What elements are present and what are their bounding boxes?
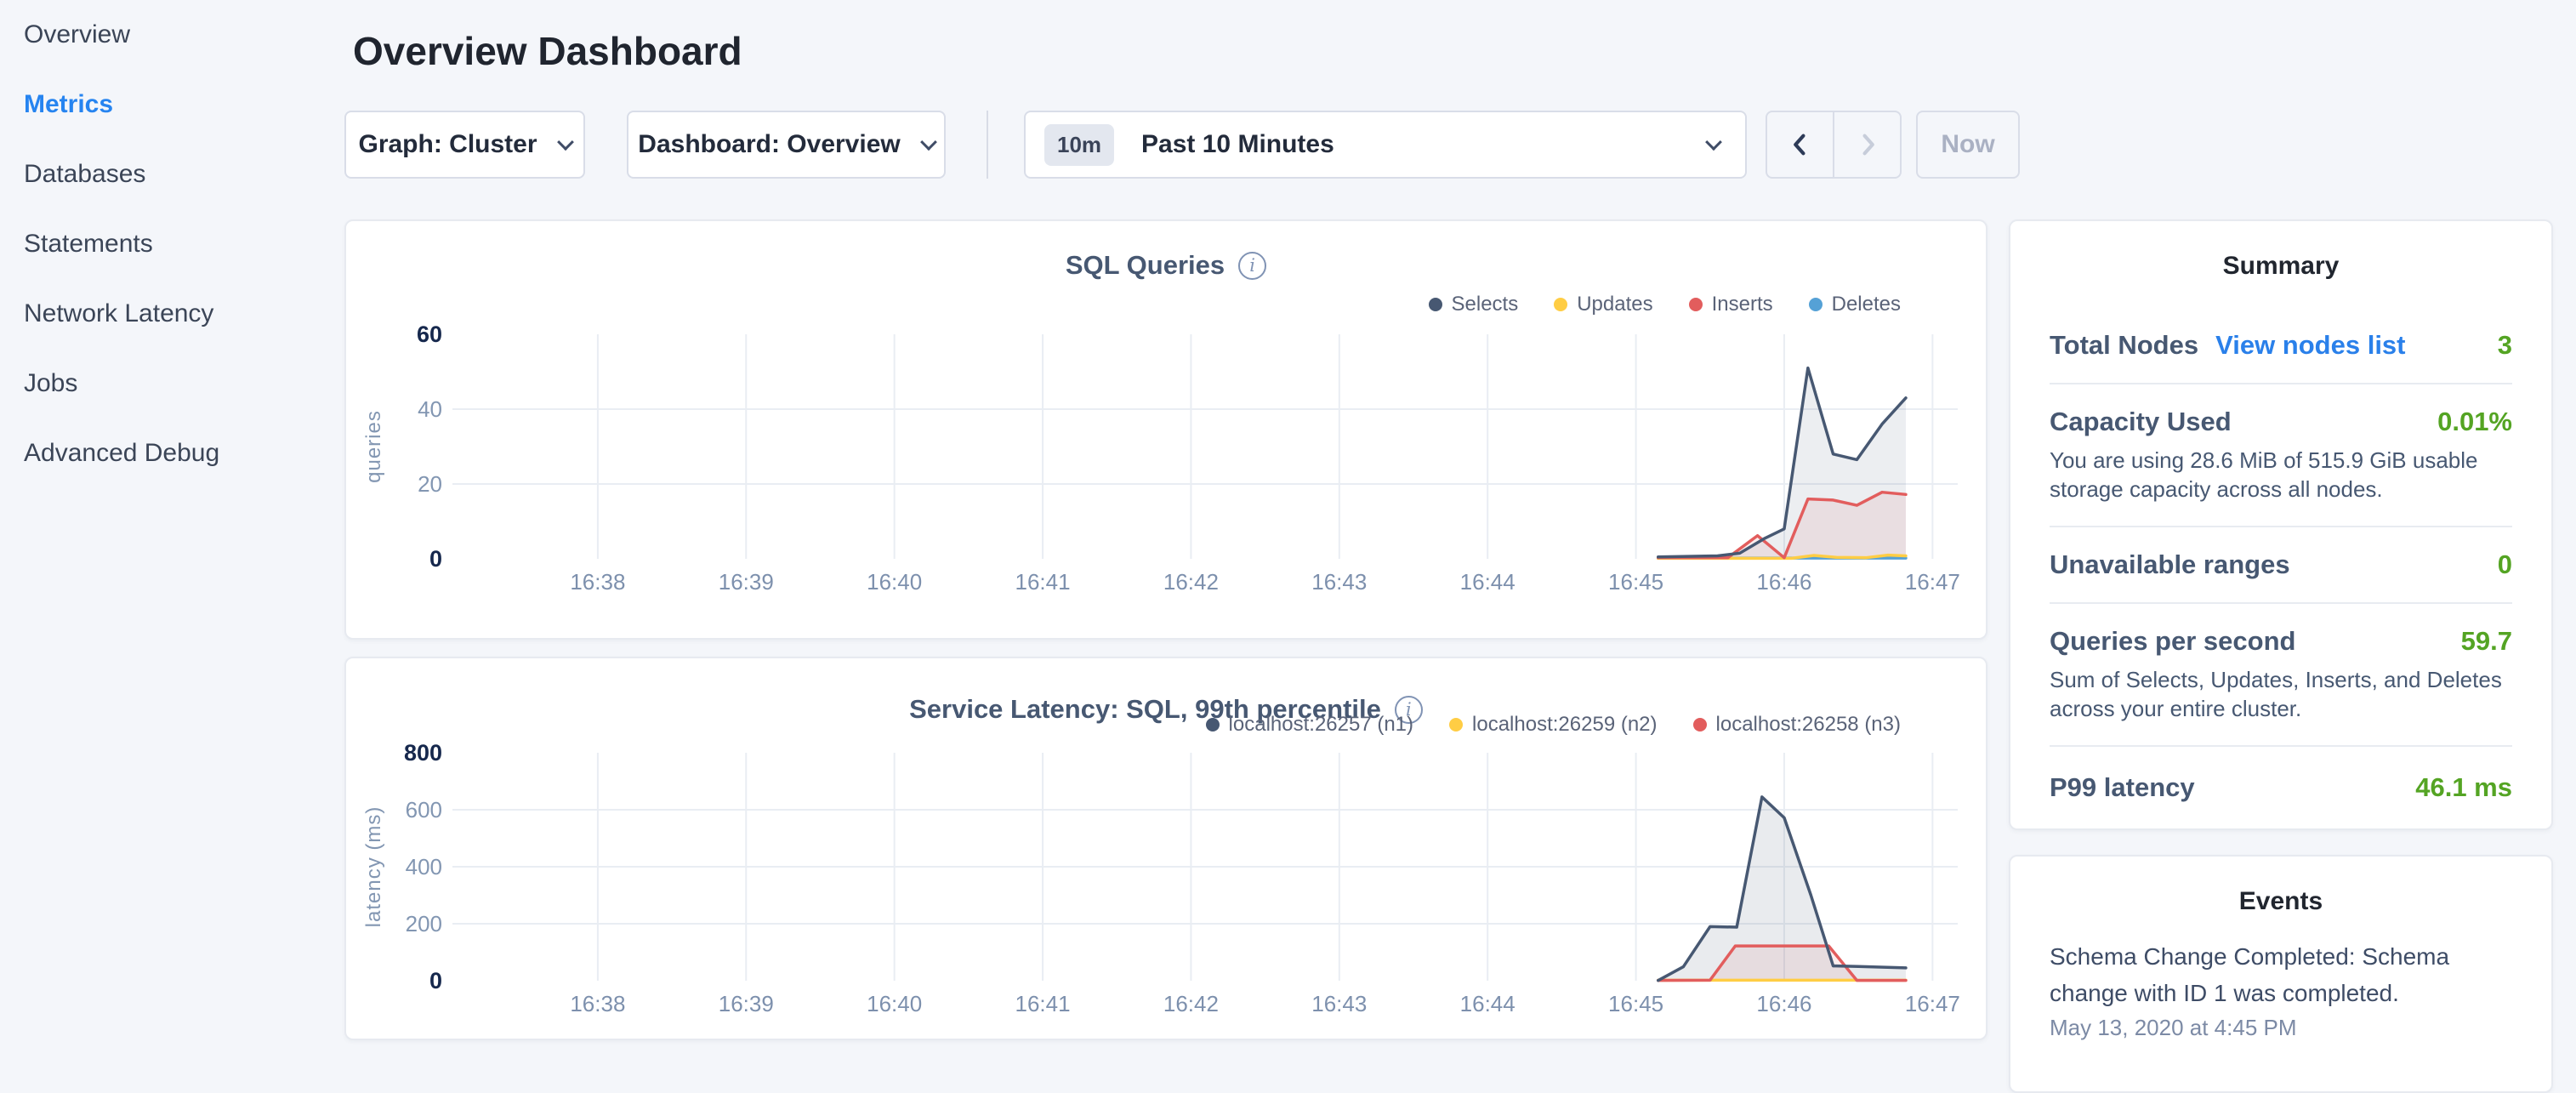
- svg-text:16:41: 16:41: [1015, 991, 1071, 1016]
- graph-selector-dropdown[interactable]: Graph: Cluster: [344, 111, 585, 179]
- summary-panel: Summary Total Nodes View nodes list 3 Ca…: [2009, 219, 2553, 830]
- page-title: Overview Dashboard: [353, 26, 742, 77]
- time-range-dropdown[interactable]: 10m Past 10 Minutes: [1024, 111, 1747, 179]
- sidebar: Overview Metrics Databases Statements Ne…: [0, 0, 344, 488]
- summary-row-value: 46.1 ms: [2415, 772, 2512, 803]
- summary-row-value: 59.7: [2461, 626, 2512, 657]
- svg-text:queries: queries: [362, 410, 385, 483]
- svg-text:16:43: 16:43: [1311, 991, 1367, 1016]
- summary-row-description: You are using 28.6 MiB of 515.9 GiB usab…: [2050, 446, 2512, 504]
- view-nodes-list-link[interactable]: View nodes list: [2215, 330, 2405, 361]
- now-button[interactable]: Now: [1916, 111, 2020, 179]
- summary-divider: [2050, 383, 2512, 384]
- summary-row-label: Capacity Used: [2050, 407, 2232, 437]
- svg-text:16:44: 16:44: [1460, 991, 1515, 1016]
- chevron-right-icon: [1855, 132, 1880, 157]
- svg-text:0: 0: [429, 968, 442, 993]
- summary-row-label: Queries per second: [2050, 626, 2295, 657]
- svg-text:16:45: 16:45: [1608, 569, 1663, 595]
- svg-text:200: 200: [406, 911, 442, 936]
- sidebar-item-jobs[interactable]: Jobs: [0, 349, 344, 418]
- svg-text:16:42: 16:42: [1163, 991, 1219, 1016]
- sidebar-item-metrics[interactable]: Metrics: [0, 70, 344, 139]
- service-latency-chart-card: Service Latency: SQL, 99th percentile i …: [344, 657, 1987, 1040]
- time-range-badge: 10m: [1044, 124, 1114, 166]
- svg-text:800: 800: [404, 740, 442, 766]
- svg-text:0: 0: [429, 546, 442, 572]
- svg-text:16:46: 16:46: [1756, 991, 1811, 1016]
- events-panel: Events Schema Change Completed: Schema c…: [2009, 855, 2553, 1093]
- chevron-left-icon: [1788, 132, 1813, 157]
- summary-row-value: 0.01%: [2437, 407, 2512, 437]
- summary-row-unavailable-ranges: Unavailable ranges 0: [2050, 549, 2512, 580]
- summary-divider: [2050, 745, 2512, 747]
- time-range-label: Past 10 Minutes: [1141, 130, 1334, 159]
- svg-text:600: 600: [406, 797, 442, 823]
- svg-text:16:40: 16:40: [867, 991, 922, 1016]
- next-range-button[interactable]: [1833, 112, 1900, 177]
- svg-text:16:44: 16:44: [1460, 569, 1515, 595]
- svg-text:16:38: 16:38: [570, 569, 625, 595]
- summary-divider: [2050, 602, 2512, 604]
- summary-row-label: Unavailable ranges: [2050, 549, 2290, 580]
- svg-text:16:39: 16:39: [719, 991, 774, 1016]
- svg-text:20: 20: [418, 471, 442, 497]
- graph-selector-label: Graph: Cluster: [358, 130, 537, 159]
- events-title: Events: [2050, 887, 2512, 916]
- summary-row-capacity-used: Capacity Used 0.01% You are using 28.6 M…: [2050, 407, 2512, 504]
- summary-row-label: P99 latency: [2050, 772, 2195, 803]
- summary-divider: [2050, 526, 2512, 527]
- svg-text:16:39: 16:39: [719, 569, 774, 595]
- svg-text:16:47: 16:47: [1905, 991, 1960, 1016]
- svg-text:60: 60: [417, 322, 442, 347]
- summary-row-label: Total Nodes: [2050, 330, 2198, 361]
- summary-row-value: 0: [2498, 549, 2512, 580]
- dashboard-selector-label: Dashboard: Overview: [638, 130, 900, 159]
- summary-row-value: 3: [2498, 330, 2512, 361]
- time-step-buttons: [1766, 111, 1902, 179]
- svg-text:400: 400: [406, 854, 442, 880]
- svg-text:16:41: 16:41: [1015, 569, 1071, 595]
- svg-text:16:43: 16:43: [1311, 569, 1367, 595]
- controls-divider: [987, 111, 988, 179]
- chevron-down-icon: [920, 134, 937, 151]
- summary-row-queries-per-second: Queries per second 59.7 Sum of Selects, …: [2050, 626, 2512, 723]
- svg-text:latency (ms): latency (ms): [362, 806, 385, 928]
- event-date: May 13, 2020 at 4:45 PM: [2050, 1015, 2512, 1041]
- summary-row-total-nodes: Total Nodes View nodes list 3: [2050, 330, 2512, 361]
- sql-queries-chart-card: SQL Queries i SelectsUpdatesInsertsDelet…: [344, 219, 1987, 640]
- sidebar-item-advanced-debug[interactable]: Advanced Debug: [0, 418, 344, 488]
- summary-title: Summary: [2050, 252, 2512, 281]
- previous-range-button[interactable]: [1767, 112, 1833, 177]
- event-text: Schema Change Completed: Schema change w…: [2050, 938, 2512, 1011]
- svg-text:16:46: 16:46: [1756, 569, 1811, 595]
- svg-text:16:38: 16:38: [570, 991, 625, 1016]
- event-list-item[interactable]: Schema Change Completed: Schema change w…: [2050, 938, 2512, 1041]
- chevron-down-icon: [557, 134, 574, 151]
- svg-text:16:45: 16:45: [1608, 991, 1663, 1016]
- summary-row-description: Sum of Selects, Updates, Inserts, and De…: [2050, 665, 2512, 723]
- svg-text:16:40: 16:40: [867, 569, 922, 595]
- chevron-down-icon: [1705, 134, 1722, 151]
- svg-text:16:47: 16:47: [1905, 569, 1960, 595]
- sidebar-item-statements[interactable]: Statements: [0, 209, 344, 279]
- svg-text:40: 40: [418, 396, 442, 422]
- sidebar-item-overview[interactable]: Overview: [0, 0, 344, 70]
- svg-text:16:42: 16:42: [1163, 569, 1219, 595]
- summary-row-p99-latency: P99 latency 46.1 ms: [2050, 772, 2512, 803]
- dashboard-selector-dropdown[interactable]: Dashboard: Overview: [627, 111, 946, 179]
- sidebar-item-network-latency[interactable]: Network Latency: [0, 279, 344, 349]
- sidebar-item-databases[interactable]: Databases: [0, 139, 344, 209]
